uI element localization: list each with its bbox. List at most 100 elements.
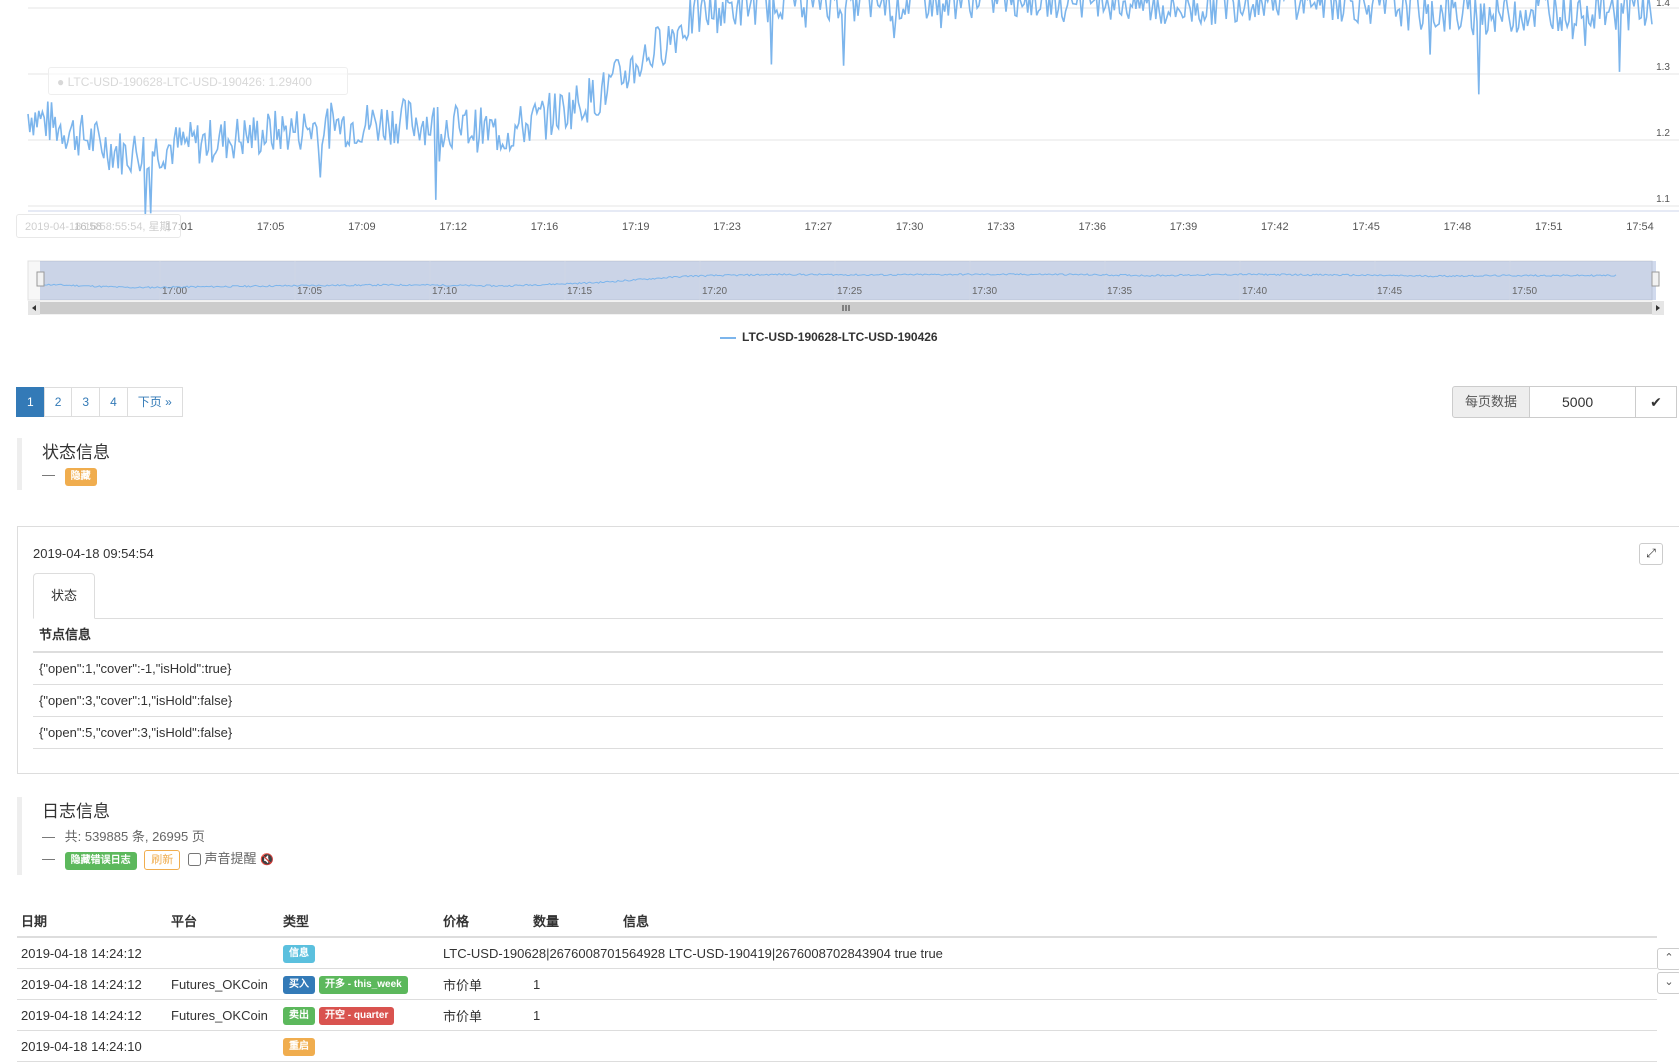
expand-icon[interactable]: ⤢	[1639, 543, 1663, 565]
navigator-tick-label: 17:40	[1242, 286, 1267, 297]
legend-label: LTC-USD-190628-LTC-USD-190426	[742, 330, 938, 344]
chart-tooltip-date-ghost: 2019-04-18 16:58:55:54, 星期	[16, 214, 181, 238]
log-type-badge: 重启	[283, 1037, 315, 1056]
scroll-down-icon[interactable]: ⌄	[1657, 972, 1679, 994]
confirm-icon[interactable]: ✔	[1636, 386, 1678, 418]
x-tick-label: 17:36	[1078, 221, 1106, 233]
status-tabs: 状态	[33, 573, 1663, 619]
page-3-button[interactable]: 3	[71, 387, 101, 417]
dash: —	[42, 829, 55, 844]
chart-series-line	[27, 0, 1653, 216]
page-1-button[interactable]: 1	[16, 387, 45, 417]
page-2-button[interactable]: 2	[43, 387, 73, 417]
y-tick-label: 1.1	[1656, 194, 1670, 205]
log-price: 市价单	[443, 977, 483, 993]
log-summary: 共: 539885 条, 26995 页	[64, 829, 205, 844]
y-tick-label: 1.4	[1656, 0, 1670, 9]
table-row: 2019-04-18 14:24:12 Futures_OKCoin 卖出 开空 - …	[17, 1000, 1657, 1031]
dash: —	[42, 467, 55, 482]
log-rows: 2019-04-18 14:24:12 信息 LTC-USD-190628|2676…	[17, 938, 1657, 1062]
status-panel: 2019-04-18 09:54:54 ⤢ 状态 节点信息 {"open":1,…	[17, 526, 1679, 774]
per-page-input[interactable]	[1530, 386, 1637, 418]
x-tick-label: 17:54	[1626, 221, 1654, 233]
log-type-badge: 信息	[283, 944, 315, 963]
status-sub: — 隐藏	[42, 467, 110, 486]
node-info-table: 节点信息 {"open":1,"cover":-1,"isHold":true}…	[33, 619, 1663, 749]
page-4-button[interactable]: 4	[99, 387, 128, 417]
sound-alert-label: 声音提醒	[204, 851, 257, 866]
y-tick-label: 1.2	[1656, 128, 1670, 139]
refresh-button[interactable]: 刷新	[144, 850, 181, 870]
col-price: 价格	[443, 913, 470, 929]
scroll-up-icon[interactable]: ⌃	[1657, 948, 1679, 970]
log-controls: — 隐藏错误日志 刷新 声音提醒 🔇	[42, 848, 274, 870]
table-row: 2019-04-18 14:24:10 重启	[17, 1031, 1657, 1062]
x-tick-label: 17:16	[531, 221, 559, 233]
chart-legend[interactable]: LTC-USD-190628-LTC-USD-190426	[720, 330, 938, 344]
navigator-left-handle[interactable]	[36, 271, 45, 287]
log-type-badge: 买入	[283, 975, 315, 994]
navigator-tick-label: 17:05	[297, 286, 322, 297]
legend-line-icon	[720, 336, 736, 339]
next-page-button[interactable]: 下页 »	[126, 387, 183, 417]
log-table-header: 日期 平台 类型 价格 数量 信息	[17, 904, 1657, 938]
x-tick-label: 17:23	[713, 221, 741, 233]
navigator-right-handle[interactable]	[1651, 271, 1660, 287]
log-type: 买入 开多 - this_week	[283, 975, 443, 994]
col-info: 信息	[623, 913, 650, 929]
log-date: 2019-04-18 14:24:12	[21, 976, 142, 992]
navigator-tick-label: 17:35	[1107, 286, 1132, 297]
col-platform: 平台	[171, 913, 198, 929]
sound-alert-checkbox[interactable]	[187, 853, 201, 867]
navigator-tick-label: 17:50	[1512, 286, 1537, 297]
navigator-tick-label: 17:10	[432, 286, 457, 297]
x-tick-label: 17:27	[805, 221, 833, 233]
x-tick-label: 17:51	[1535, 221, 1563, 233]
log-section-header: 日志信息 — 共: 539885 条, 26995 页 — 隐藏错误日志 刷新 …	[17, 797, 274, 875]
log-qty: 1	[533, 1007, 541, 1023]
col-date: 日期	[21, 913, 48, 929]
status-timestamp: 2019-04-18 09:54:54	[33, 546, 154, 561]
dash: —	[42, 851, 55, 866]
log-type-badge: 卖出	[283, 1006, 315, 1025]
status-title: 状态信息	[42, 443, 110, 462]
x-tick-label: 17:42	[1261, 221, 1289, 233]
mute-icon[interactable]: 🔇	[260, 854, 274, 866]
log-title: 日志信息	[42, 802, 110, 821]
x-tick-label: 17:39	[1170, 221, 1198, 233]
per-page-control: 每页数据 ✔	[1452, 386, 1678, 418]
log-date: 2019-04-18 14:24:12	[21, 1007, 142, 1023]
log-type: 卖出 开空 - quarter	[283, 1006, 443, 1025]
x-tick-label: 17:19	[622, 221, 650, 233]
col-qty: 数量	[533, 913, 560, 929]
log-date: 2019-04-18 14:24:10	[21, 1038, 142, 1054]
price-chart: 1.41.31.21.1 16:5817:0117:0517:0917:1217…	[27, 0, 1679, 315]
series-line	[27, 0, 1653, 216]
log-direction-badge: 开空 - quarter	[319, 1006, 395, 1025]
navigator-tick-label: 17:45	[1377, 286, 1402, 297]
navigator-tick-label: 17:00	[162, 286, 187, 297]
x-tick-label: 17:09	[348, 221, 376, 233]
table-row: 2019-04-18 14:24:12 信息 LTC-USD-190628|2676…	[17, 938, 1657, 969]
x-tick-label: 17:45	[1352, 221, 1380, 233]
x-tick-label: 17:05	[257, 221, 285, 233]
y-tick-label: 1.3	[1656, 62, 1670, 73]
x-tick-label: 17:30	[896, 221, 924, 233]
chart-navigator[interactable]: 17:00 17:05 17:10 17:15 17:20 17:25 17:30 17:35…	[27, 260, 1664, 315]
navigator-tick-label: 17:15	[567, 286, 592, 297]
hide-status-button[interactable]: 隐藏	[64, 468, 97, 486]
log-type: 信息	[283, 944, 443, 963]
table-row: {"open":3,"cover":1,"isHold":false}	[33, 685, 1663, 717]
log-summary-line: — 共: 539885 条, 26995 页	[42, 826, 274, 845]
table-row: {"open":1,"cover":-1,"isHold":true}	[33, 653, 1663, 685]
table-row: {"open":5,"cover":3,"isHold":false}	[33, 717, 1663, 749]
tab-status[interactable]: 状态	[33, 573, 95, 619]
log-direction-badge: 开多 - this_week	[319, 975, 408, 994]
table-row: 2019-04-18 14:24:12 Futures_OKCoin 买入 开多 - …	[17, 969, 1657, 1000]
log-platform: Futures_OKCoin	[171, 976, 268, 992]
hide-error-log-button[interactable]: 隐藏错误日志	[64, 852, 137, 870]
x-tick-label: 17:12	[439, 221, 467, 233]
x-axis-ticks: 16:5817:0117:0517:0917:1217:1617:1917:23…	[74, 221, 1654, 233]
log-price: LTC-USD-190628|2676008701564928 LTC-USD-…	[443, 945, 943, 961]
pagination: 1 2 3 4 下页 »	[16, 387, 183, 417]
